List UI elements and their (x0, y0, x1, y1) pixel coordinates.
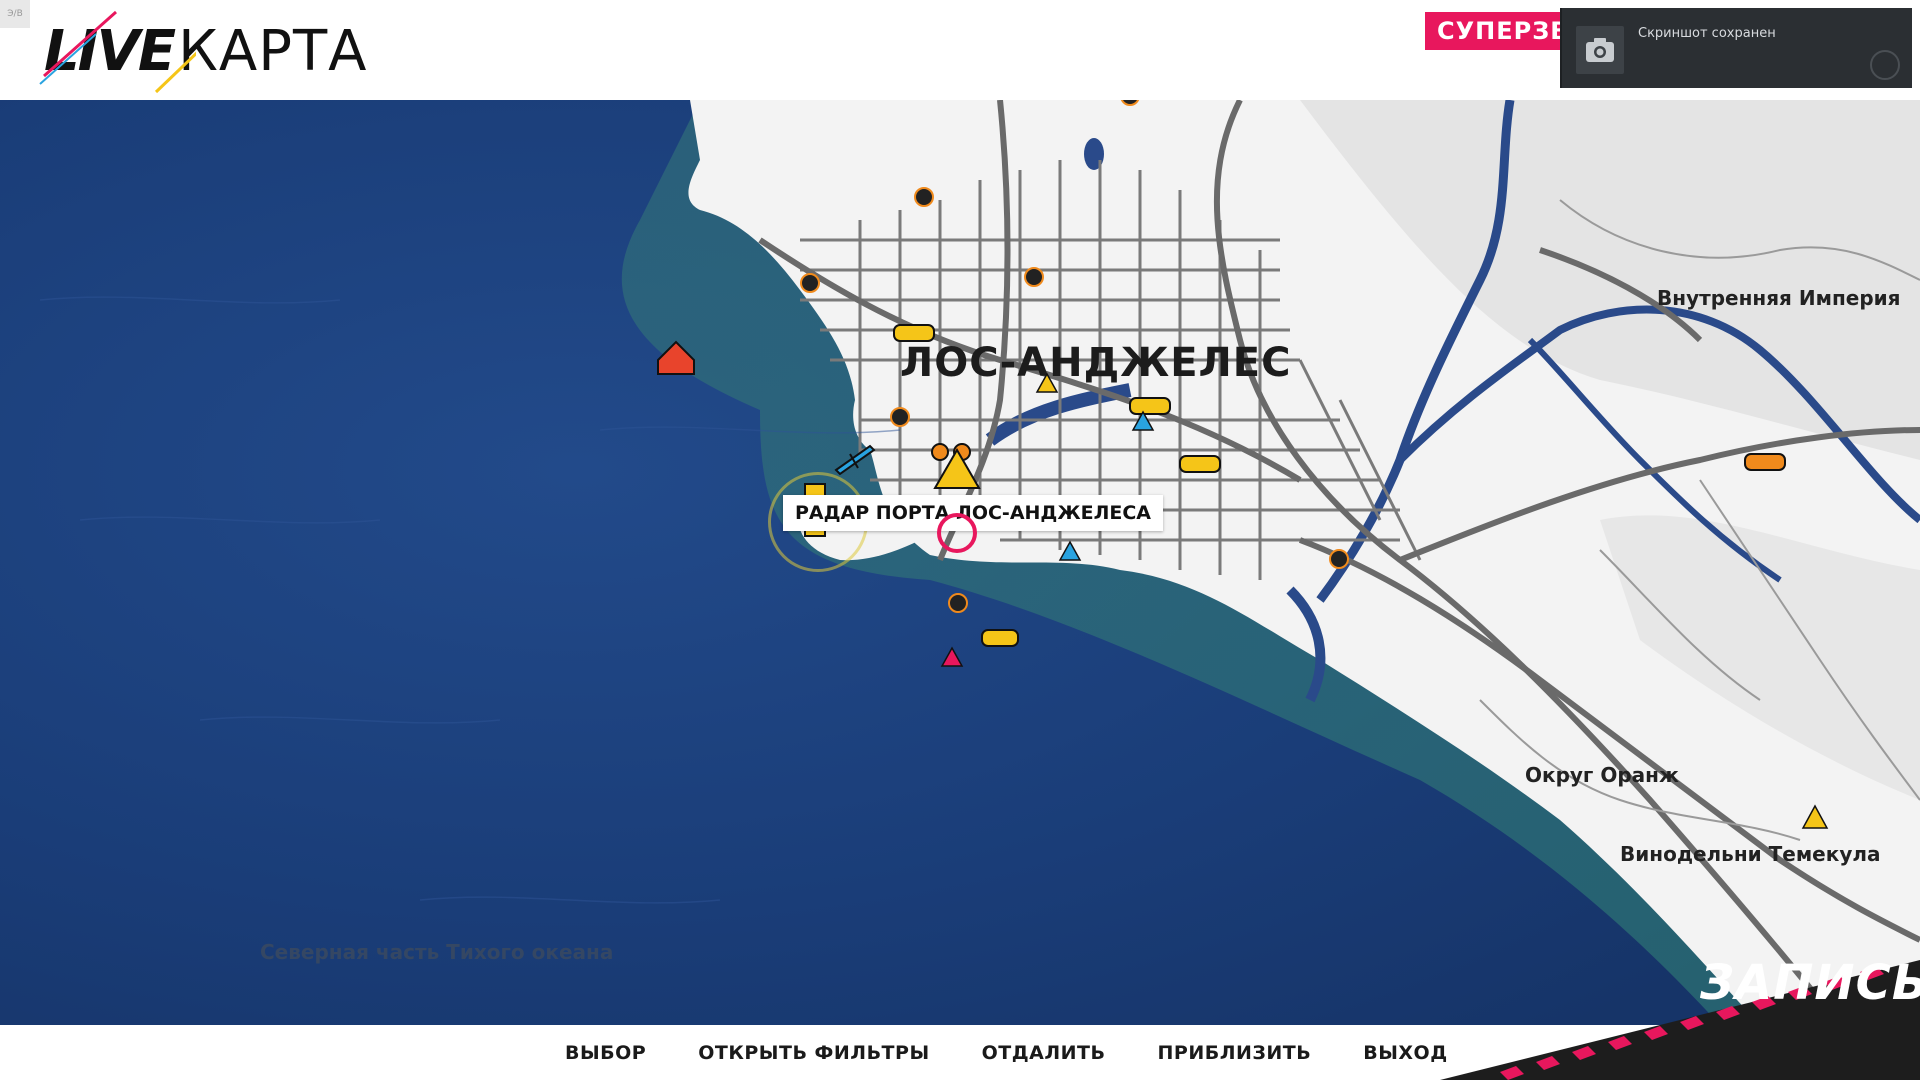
exit-button[interactable]: ВЫХОД (1363, 1042, 1447, 1064)
zoom-out-button[interactable]: ОТДАЛИТЬ (982, 1042, 1106, 1064)
supervideo-badge[interactable]: СУПЕРЗВЕ (1425, 12, 1577, 50)
map-markers (657, 100, 1829, 829)
star-marker-icon[interactable] (948, 593, 968, 613)
blue-triangle-marker-icon[interactable] (1058, 540, 1082, 561)
star-marker-icon[interactable] (914, 187, 934, 207)
star-marker-icon[interactable] (1024, 267, 1044, 287)
record-label: ЗАПИСЬ (1700, 955, 1920, 1011)
toast-message: Скриншот сохранен (1638, 26, 1776, 41)
star-marker-icon[interactable] (890, 407, 910, 427)
car-marker-icon[interactable] (1129, 397, 1171, 415)
star-marker-icon[interactable] (800, 273, 820, 293)
star-marker-icon[interactable] (1329, 549, 1349, 569)
airplane-marker-icon[interactable] (834, 444, 876, 476)
open-filters-button[interactable]: ОТКРЫТЬ ФИЛЬТРЫ (698, 1042, 929, 1064)
warning-marker-icon[interactable] (1801, 804, 1829, 829)
camera-icon (1576, 26, 1624, 74)
map-cursor[interactable] (937, 513, 977, 553)
house-marker-icon[interactable] (657, 340, 695, 375)
select-action-button[interactable]: ВЫБОР (565, 1042, 646, 1064)
logo-slash-icon (39, 10, 196, 94)
screenshot-toast: Скриншот сохранен (1560, 8, 1912, 88)
star-markers (800, 100, 1349, 613)
zoom-in-button[interactable]: ПРИБЛИЗИТЬ (1158, 1042, 1312, 1064)
motorbike-marker-icon[interactable] (931, 443, 971, 461)
car-marker-icon[interactable] (981, 629, 1019, 647)
pink-triangle-marker-icon[interactable] (940, 646, 964, 667)
star-marker-icon[interactable] (1120, 100, 1140, 106)
action-hints: ВЫБОР ОТКРЫТЬ ФИЛЬТРЫ ОТДАЛИТЬ ПРИБЛИЗИТ… (565, 1025, 1448, 1080)
xbox-logo-icon (1870, 50, 1900, 80)
world-map[interactable]: ЛОС-АНДЖЕЛЕС Внутренняя Империя Округ Ор… (0, 100, 1920, 1025)
car-marker-icon[interactable] (1744, 453, 1786, 471)
corner-badge: Э/В (0, 0, 30, 28)
page-title: КАРТА (178, 18, 368, 84)
car-marker-icon[interactable] (1179, 455, 1221, 473)
warning-marker-icon[interactable] (1035, 372, 1059, 393)
car-marker-icon[interactable] (893, 324, 935, 342)
